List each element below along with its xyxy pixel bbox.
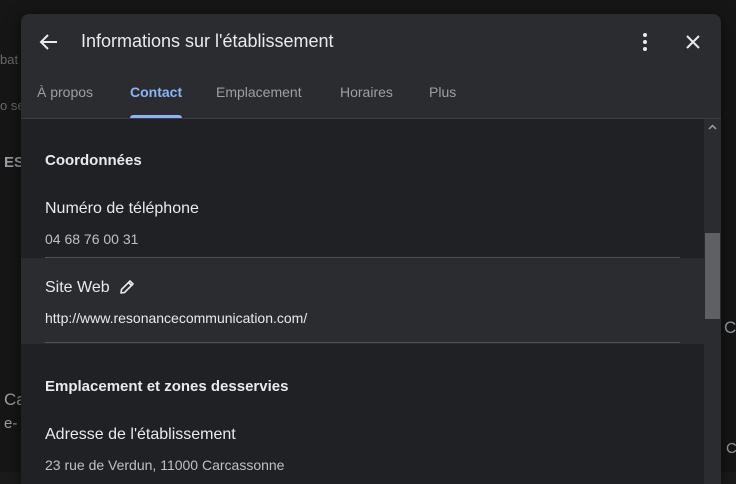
back-button[interactable] <box>33 26 65 58</box>
website-row[interactable]: Site Web http://www.resonancecommunicati… <box>21 258 704 344</box>
address-value[interactable]: 23 rue de Verdun, 11000 Carcassonne <box>45 457 284 473</box>
dialog-header: Informations sur l'établissement <box>21 14 721 70</box>
website-value[interactable]: http://www.resonancecommunication.com/ <box>45 310 307 326</box>
website-label: Site Web <box>45 279 110 296</box>
scroll-up-button[interactable] <box>708 122 717 131</box>
scrollbar-thumb[interactable] <box>705 233 720 319</box>
tab-emplacement[interactable]: Emplacement <box>216 84 302 100</box>
background-text-fragment: bat <box>0 52 19 67</box>
background-text-fragment: CC <box>724 318 736 337</box>
phone-value[interactable]: 04 68 76 00 31 <box>45 231 138 247</box>
background-text-fragment: Co <box>726 440 736 457</box>
more-options-button[interactable] <box>629 26 661 58</box>
tab-horaires[interactable]: Horaires <box>340 84 393 100</box>
location-section-title: Emplacement et zones desservies <box>45 378 289 395</box>
tab-plus[interactable]: Plus <box>429 84 456 100</box>
divider <box>45 342 680 343</box>
tab-bar: À propos Contact Emplacement Horaires Pl… <box>21 76 721 118</box>
address-label: Adresse de l'établissement <box>45 426 236 443</box>
pencil-icon <box>120 280 134 294</box>
more-vert-icon <box>643 33 647 51</box>
dialog-title: Informations sur l'établissement <box>81 31 334 51</box>
tab-a-propos[interactable]: À propos <box>37 84 93 100</box>
business-info-dialog: Informations sur l'établissement À propo… <box>21 14 721 484</box>
phone-label: Numéro de téléphone <box>45 200 199 217</box>
close-icon <box>686 35 700 49</box>
tab-contact[interactable]: Contact <box>130 84 182 100</box>
close-button[interactable] <box>677 26 709 58</box>
edit-website-button[interactable] <box>115 275 139 299</box>
chevron-up-icon <box>708 123 717 130</box>
tab-content: Coordonnées Numéro de téléphone 04 68 76… <box>21 119 704 484</box>
arrow-back-icon <box>39 34 57 50</box>
contact-section-title: Coordonnées <box>45 152 142 169</box>
background-text-fragment: e- <box>4 415 18 432</box>
